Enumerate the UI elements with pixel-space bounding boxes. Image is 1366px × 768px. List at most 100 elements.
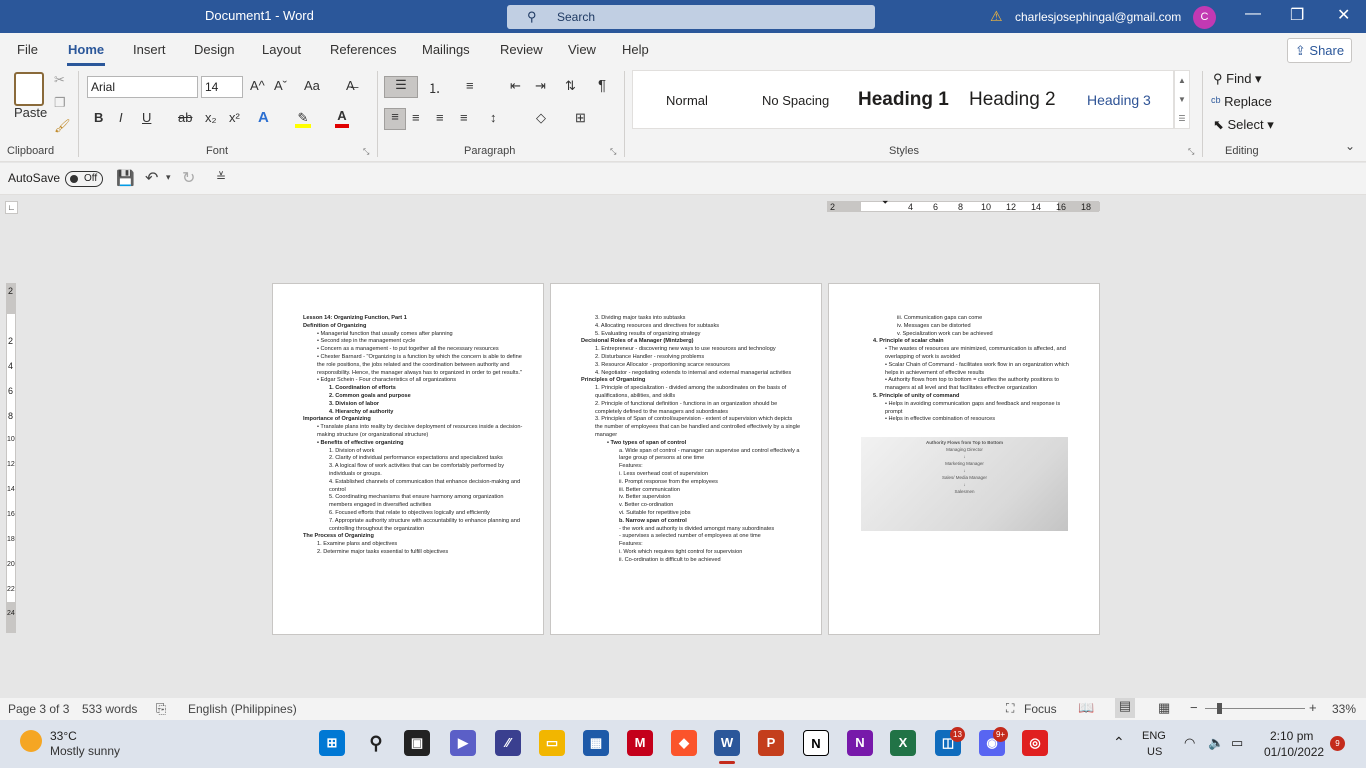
dialog-launcher-icon[interactable]: ⤡ [610,147,616,157]
text-effects-button[interactable]: A [258,109,269,126]
underline-button[interactable]: U [142,110,151,125]
battery-icon[interactable]: ▭ [1231,735,1243,751]
select-button[interactable]: ⬉ Select ▾ [1213,117,1274,133]
redo-icon[interactable]: ↻ [182,168,195,188]
document-page-2[interactable]: 3. Dividing major tasks into subtasks 4. … [550,283,822,635]
sort-icon[interactable]: ⇅ [565,78,576,94]
document-page-3[interactable]: iii. Communication gaps can come iv. Mess… [828,283,1100,635]
input-region[interactable]: US [1147,746,1162,758]
avatar[interactable]: C [1193,6,1216,29]
grow-font-button[interactable]: A^ [250,78,265,93]
zoom-out-button[interactable]: − [1190,700,1198,715]
style-heading-2[interactable]: Heading 2 [969,89,1056,111]
cut-icon[interactable]: ✂ [54,72,65,88]
mcafee-icon[interactable]: M [627,730,653,756]
word-count[interactable]: 533 words [82,702,137,716]
file-explorer-icon[interactable]: ▭ [539,730,565,756]
clock-date[interactable]: 01/10/2022 [1264,745,1324,759]
align-right-icon[interactable]: ≡ [436,110,444,125]
tab-review[interactable]: Review [500,42,543,57]
dialog-launcher-icon[interactable]: ⤡ [1188,147,1194,157]
tab-references[interactable]: References [330,42,396,57]
line-spacing-icon[interactable]: ↕ [490,110,497,125]
tab-file[interactable]: File [17,42,38,57]
windows-start-icon[interactable]: ⊞ [319,730,345,756]
italic-button[interactable]: I [119,110,123,125]
decrease-indent-icon[interactable]: ⇤ [510,78,521,94]
replace-button[interactable]: ᶜᵇ Replace [1211,94,1272,109]
excel-icon[interactable]: X [890,730,916,756]
superscript-button[interactable]: x² [229,110,240,125]
restore-button[interactable]: ❐ [1290,5,1304,25]
undo-dropdown-icon[interactable]: ▾ [166,172,171,183]
web-layout-icon[interactable]: ▦ [1158,700,1170,716]
clear-formatting-icon[interactable]: A̶ [346,78,355,93]
autosave-toggle[interactable]: Off [65,171,103,187]
numbering-icon[interactable]: ⒈ [428,78,441,97]
copy-icon[interactable]: ❐ [54,95,66,111]
font-family-select[interactable]: Arial [87,76,198,98]
bold-button[interactable]: B [94,110,103,125]
horizontal-ruler[interactable]: 2 ⏷ 4 6 8 10 12 14 16 18 [827,198,1100,212]
teams-chat-icon[interactable]: ▶ [450,730,476,756]
weather-desc[interactable]: Mostly sunny [50,744,120,758]
align-left-icon[interactable]: ≡ [384,108,406,130]
close-button[interactable]: ✕ [1337,5,1350,25]
input-language[interactable]: ENG [1142,730,1166,742]
app-icon[interactable]: ⁄⁄ [495,730,521,756]
font-size-select[interactable]: 14 [201,76,243,98]
align-center-icon[interactable]: ≡ [412,110,420,125]
justify-icon[interactable]: ≡ [460,110,468,125]
clock-time[interactable]: 2:10 pm [1270,729,1313,743]
powerpoint-icon[interactable]: P [758,730,784,756]
focus-button[interactable]: Focus [1024,702,1057,716]
multilevel-list-icon[interactable]: ≡ [466,78,474,93]
zoom-in-button[interactable]: + [1309,700,1317,715]
zoom-level[interactable]: 33% [1332,702,1356,716]
tab-home[interactable]: Home [68,42,104,57]
collapse-ribbon-icon[interactable]: ⌄ [1345,139,1355,153]
bullets-icon[interactable]: ☰ [384,76,418,98]
screen-recorder-icon[interactable]: ◎ [1022,730,1048,756]
warning-icon[interactable]: ⚠ [990,8,1003,25]
volume-icon[interactable]: 🔈 [1208,735,1224,751]
page-count[interactable]: Page 3 of 3 [8,702,69,716]
tab-layout[interactable]: Layout [262,42,301,57]
customize-qat-icon[interactable]: ≚ [216,170,226,184]
styles-scroll[interactable]: ▲ ▼ ☰ [1174,70,1190,129]
vertical-ruler[interactable]: 2 2 4 6 8 10 12 14 16 18 20 22 24 [6,283,16,633]
undo-icon[interactable]: ↶ [145,168,158,188]
notification-badge[interactable]: 9 [1330,736,1345,751]
brave-browser-icon[interactable]: ◆ [671,730,697,756]
strikethrough-button[interactable]: ab [178,110,192,125]
highlight-icon[interactable]: ✎ [295,110,311,128]
proofing-icon[interactable]: ⎘ [156,701,166,717]
style-no-spacing[interactable]: No Spacing [762,93,829,108]
tab-design[interactable]: Design [194,42,234,57]
tab-insert[interactable]: Insert [133,42,166,57]
share-button[interactable]: ⇪ Share [1287,38,1352,63]
show-formatting-icon[interactable]: ¶ [598,77,606,94]
weather-temp[interactable]: 33°C [50,729,77,743]
save-icon[interactable]: 💾 [116,169,135,187]
task-view-icon[interactable]: ▣ [404,730,430,756]
shrink-font-button[interactable]: Aˇ [274,78,287,93]
change-case-button[interactable]: Aa [304,78,320,93]
format-painter-icon[interactable]: 🖌 [54,118,71,134]
print-layout-icon[interactable]: ▤ [1115,698,1135,718]
borders-icon[interactable]: ⊞ [575,110,586,126]
onenote-icon[interactable]: N [847,730,873,756]
tab-help[interactable]: Help [622,42,649,57]
zoom-slider-thumb[interactable] [1217,703,1222,714]
style-heading-3[interactable]: Heading 3 [1087,92,1151,108]
tab-view[interactable]: View [568,42,596,57]
paste-button[interactable]: Paste [14,105,47,120]
search-icon[interactable]: ⚲ [363,730,389,756]
tab-mailings[interactable]: Mailings [422,42,470,57]
style-heading-1[interactable]: Heading 1 [858,89,949,111]
authority-flow-image[interactable]: Authority Flows from Top to Bottom Managi… [861,437,1068,531]
language-indicator[interactable]: English (Philippines) [188,702,297,716]
subscript-button[interactable]: x₂ [205,110,217,125]
wifi-icon[interactable]: ◠ [1184,735,1195,751]
indent-marker-icon[interactable]: ⏷ [882,198,888,208]
